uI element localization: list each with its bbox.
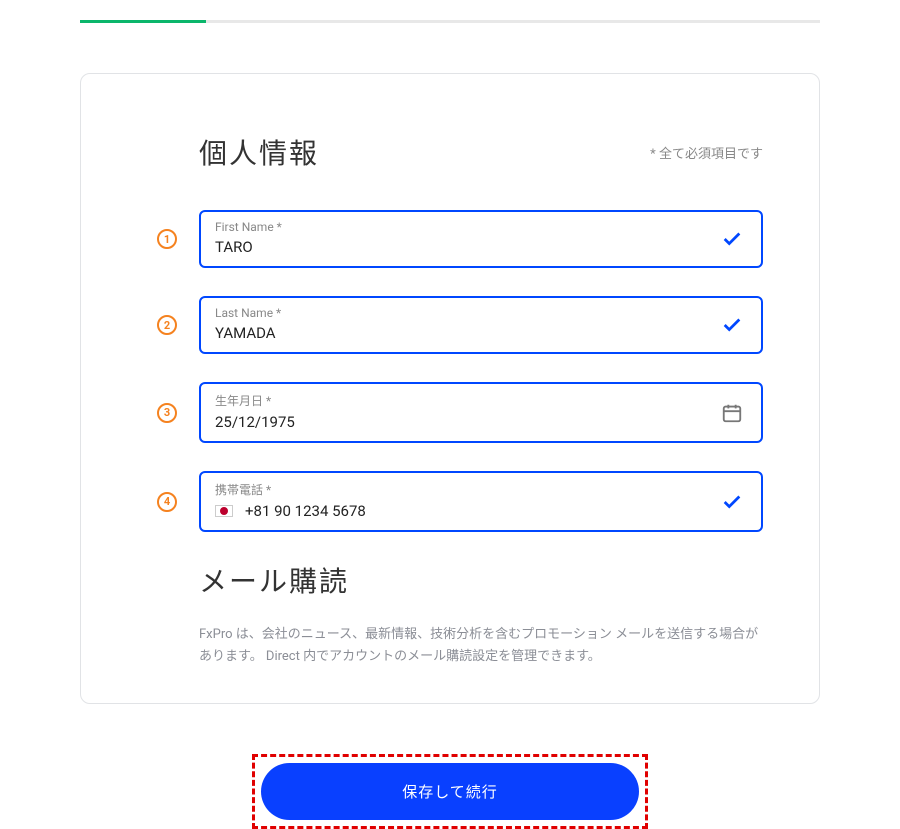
first-name-value: TARO bbox=[215, 238, 747, 256]
mail-desc: FxPro は、会社のニュース、最新情報、技術分析を含むプロモーション メールを… bbox=[199, 624, 763, 668]
first-name-row: 1 First Name * TARO bbox=[137, 210, 763, 268]
badge-3: 3 bbox=[157, 403, 177, 423]
last-name-input[interactable]: Last Name * YAMADA bbox=[199, 296, 763, 354]
calendar-icon[interactable] bbox=[721, 402, 743, 424]
required-note: * 全て必須項目です bbox=[650, 143, 763, 162]
phone-row: 4 携帯電話 * +81 90 1234 5678 bbox=[137, 471, 763, 532]
mail-heading: メール購読 bbox=[199, 560, 763, 600]
first-name-label: First Name * bbox=[215, 220, 747, 234]
dob-value: 25/12/1975 bbox=[215, 413, 747, 431]
check-icon bbox=[721, 314, 743, 336]
dob-label: 生年月日 * bbox=[215, 392, 747, 409]
phone-value: +81 90 1234 5678 bbox=[245, 502, 366, 520]
check-icon bbox=[721, 228, 743, 250]
flag-japan-icon[interactable] bbox=[215, 505, 233, 517]
progress-fill bbox=[80, 20, 206, 23]
badge-4: 4 bbox=[157, 492, 177, 512]
last-name-label: Last Name * bbox=[215, 306, 747, 320]
check-icon bbox=[721, 491, 743, 513]
dob-row: 3 生年月日 * 25/12/1975 bbox=[137, 382, 763, 443]
save-continue-button[interactable]: 保存して続行 bbox=[261, 763, 639, 820]
phone-label: 携帯電話 * bbox=[215, 481, 747, 498]
badge-2: 2 bbox=[157, 315, 177, 335]
dob-input[interactable]: 生年月日 * 25/12/1975 bbox=[199, 382, 763, 443]
phone-input[interactable]: 携帯電話 * +81 90 1234 5678 bbox=[199, 471, 763, 532]
badge-1: 1 bbox=[157, 229, 177, 249]
last-name-value: YAMADA bbox=[215, 324, 747, 342]
submit-highlight: 保存して続行 bbox=[252, 754, 648, 829]
form-card: 個人情報 * 全て必須項目です 1 First Name * TARO 2 La… bbox=[80, 73, 820, 704]
page-title: 個人情報 bbox=[199, 132, 319, 172]
progress-bar bbox=[80, 20, 820, 23]
last-name-row: 2 Last Name * YAMADA bbox=[137, 296, 763, 354]
first-name-input[interactable]: First Name * TARO bbox=[199, 210, 763, 268]
